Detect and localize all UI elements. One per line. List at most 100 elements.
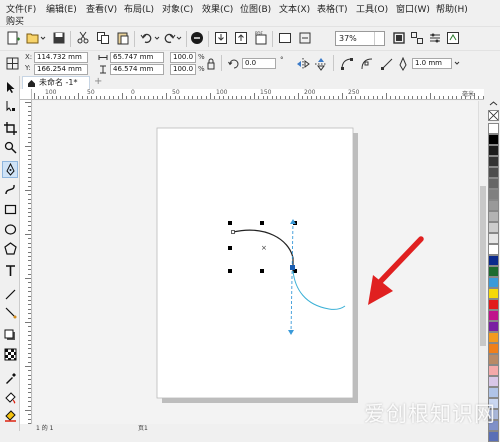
vertical-ruler[interactable] <box>20 100 32 431</box>
shape-tool-icon[interactable] <box>4 100 17 113</box>
zoom-tool-icon[interactable] <box>4 141 17 154</box>
color-swatch[interactable] <box>488 222 499 233</box>
publish-pdf-icon[interactable]: PDF <box>254 31 268 45</box>
palette-scroll-up-icon[interactable] <box>488 100 499 107</box>
color-swatch[interactable] <box>488 178 499 189</box>
line-tool-icon[interactable] <box>4 288 17 301</box>
full-screen-icon[interactable] <box>278 31 292 45</box>
color-swatch[interactable] <box>488 387 499 398</box>
color-swatch[interactable] <box>488 277 499 288</box>
ellipse-tool-icon[interactable] <box>4 223 17 236</box>
drawing-canvas[interactable]: × <box>33 101 478 431</box>
menu-help[interactable]: 帮助(H) <box>436 2 468 15</box>
zoom-level-icon[interactable] <box>298 31 312 45</box>
menu-table[interactable]: 表格(T) <box>317 2 348 15</box>
polygon-tool-icon[interactable] <box>4 242 17 255</box>
chevron-down-icon[interactable] <box>154 31 160 45</box>
scale-height-field[interactable]: 100.0 <box>170 64 196 75</box>
color-swatch[interactable] <box>488 211 499 222</box>
color-swatch[interactable] <box>488 200 499 211</box>
color-swatch[interactable] <box>488 299 499 310</box>
crop-tool-icon[interactable] <box>4 122 17 135</box>
color-swatch[interactable] <box>488 321 499 332</box>
scale-width-field[interactable]: 100.0 <box>170 52 196 63</box>
pick-tool-icon[interactable] <box>4 81 17 94</box>
connector-tool-icon[interactable] <box>4 306 17 319</box>
chevron-down-icon[interactable] <box>454 60 460 66</box>
document-tab[interactable]: 未命名 -1* <box>22 76 90 89</box>
color-swatch[interactable] <box>488 431 499 442</box>
open-icon[interactable] <box>26 31 40 45</box>
active-node[interactable] <box>290 265 295 270</box>
x-position-field[interactable]: 114.732 mm <box>34 52 88 63</box>
chevron-down-icon[interactable] <box>40 31 46 45</box>
rotation-field[interactable]: 0.0 <box>242 58 276 69</box>
artistic-media-icon[interactable] <box>4 183 17 196</box>
curve-start-node[interactable] <box>231 230 235 234</box>
color-swatch[interactable] <box>488 288 499 299</box>
paste-icon[interactable] <box>116 31 130 45</box>
y-position-field[interactable]: 166.254 mm <box>34 64 88 75</box>
break-curve-icon[interactable] <box>360 57 374 71</box>
pen-tool-icon[interactable] <box>4 163 17 176</box>
menu-bitmaps[interactable]: 位图(B) <box>240 2 271 15</box>
ruler-origin[interactable] <box>20 89 32 100</box>
color-swatch[interactable] <box>488 189 499 200</box>
color-swatch[interactable] <box>488 156 499 167</box>
color-swatch[interactable] <box>488 255 499 266</box>
eyedropper-icon[interactable] <box>4 372 17 385</box>
lock-ratio-icon[interactable] <box>206 58 216 70</box>
options-icon[interactable] <box>428 31 442 45</box>
export-icon[interactable] <box>234 31 248 45</box>
height-field[interactable]: 46.574 mm <box>110 64 164 75</box>
color-swatch[interactable] <box>488 332 499 343</box>
color-swatch[interactable] <box>488 365 499 376</box>
width-field[interactable]: 65.747 mm <box>110 52 164 63</box>
color-swatch[interactable] <box>488 123 499 134</box>
launcher-icon[interactable] <box>446 31 460 45</box>
extend-curve-icon[interactable] <box>380 57 394 71</box>
import-icon[interactable] <box>214 31 228 45</box>
smart-fill-icon[interactable] <box>4 409 17 422</box>
zoom-dropdown[interactable]: 37% <box>335 31 385 46</box>
color-swatch[interactable] <box>488 233 499 244</box>
color-swatch[interactable] <box>488 343 499 354</box>
menu-object[interactable]: 对象(C) <box>162 2 193 15</box>
transparency-tool-icon[interactable] <box>4 348 17 361</box>
save-icon[interactable] <box>52 31 66 45</box>
search-content-icon[interactable] <box>190 31 204 45</box>
color-swatch[interactable] <box>488 354 499 365</box>
interactive-fill-icon[interactable] <box>4 391 17 404</box>
menu-edit[interactable]: 编辑(E) <box>46 2 77 15</box>
menu-layout[interactable]: 布局(L) <box>124 2 154 15</box>
chevron-down-icon[interactable] <box>176 31 182 45</box>
snap-to-icon[interactable] <box>410 31 424 45</box>
vertical-scrollbar[interactable] <box>478 101 486 431</box>
color-swatch[interactable] <box>488 167 499 178</box>
menu-text[interactable]: 文本(X) <box>279 2 310 15</box>
outline-width-field[interactable]: 1.0 mm <box>412 58 452 69</box>
zoom-to-page-icon[interactable] <box>392 31 406 45</box>
no-color-swatch[interactable] <box>488 110 499 121</box>
page[interactable] <box>156 127 354 399</box>
mirror-vertical-icon[interactable] <box>314 57 328 71</box>
color-swatch[interactable] <box>488 244 499 255</box>
cut-icon[interactable] <box>76 31 90 45</box>
mirror-horizontal-icon[interactable] <box>296 57 310 71</box>
copy-icon[interactable] <box>96 31 110 45</box>
menu-window[interactable]: 窗口(W) <box>396 2 430 15</box>
add-tab-icon[interactable]: + <box>94 76 102 87</box>
shadow-tool-icon[interactable] <box>4 329 17 342</box>
node-tool-icon[interactable] <box>340 57 354 71</box>
color-swatch[interactable] <box>488 376 499 387</box>
menu-tools[interactable]: 工具(O) <box>356 2 388 15</box>
color-swatch[interactable] <box>488 310 499 321</box>
pen-icon[interactable] <box>398 57 408 71</box>
color-swatch[interactable] <box>488 266 499 277</box>
rectangle-tool-icon[interactable] <box>4 203 17 216</box>
chevron-down-icon[interactable] <box>374 32 384 45</box>
undo-icon[interactable] <box>140 31 154 45</box>
color-swatch[interactable] <box>488 134 499 145</box>
horizontal-ruler[interactable]: 100 50 0 50 100 150 200 250 毫米 <box>32 89 484 100</box>
color-swatch[interactable] <box>488 145 499 156</box>
